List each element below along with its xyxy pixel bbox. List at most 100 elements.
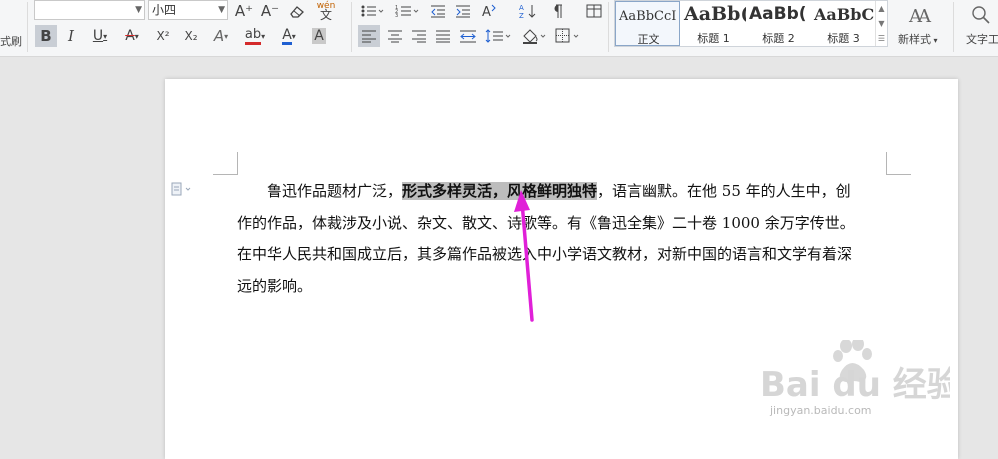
- svg-text:Z: Z: [519, 12, 524, 19]
- highlight-button[interactable]: ab ▾: [239, 25, 271, 47]
- new-style-icon-button[interactable]: AA: [900, 2, 940, 28]
- clear-format-button[interactable]: [285, 1, 309, 21]
- char-shading-icon: A: [312, 28, 326, 44]
- margin-corner-top-right: [886, 152, 911, 175]
- ribbon-separator: [351, 2, 352, 52]
- paragraph-line: 在中华人民共和国成立后，其多篇作品被选入中小学语文教材，对新中国的语言和文学有着…: [237, 239, 885, 271]
- style-heading-2[interactable]: AaBb( 标题 2: [746, 1, 811, 46]
- svg-text:A: A: [519, 4, 524, 12]
- align-left-button[interactable]: [358, 25, 380, 47]
- svg-text:Bai du 经验: Bai du 经验: [760, 365, 950, 402]
- strikethrough-button[interactable]: A ▾: [117, 25, 147, 47]
- style-normal[interactable]: AaBbCcI 正文: [615, 1, 680, 46]
- subscript-icon: X₂: [184, 29, 198, 43]
- text-run: 远的影响。: [237, 276, 313, 295]
- paint-bucket-icon: [523, 29, 546, 44]
- font-name-select[interactable]: ▼: [34, 0, 145, 20]
- svg-text:A: A: [917, 6, 932, 26]
- char-shading-button[interactable]: A: [307, 25, 331, 47]
- chevron-up-icon[interactable]: ▲: [876, 1, 887, 16]
- align-center-icon: [388, 30, 402, 43]
- style-preview: AaBb(: [749, 4, 807, 24]
- style-name: 正文: [637, 33, 660, 46]
- justify-button[interactable]: [432, 25, 454, 47]
- sort-button[interactable]: AZ: [517, 1, 539, 21]
- underline-button[interactable]: U ▾: [86, 25, 114, 47]
- italic-button[interactable]: I: [60, 25, 82, 47]
- paragraph-mark-icon: [554, 4, 562, 18]
- new-style-icon: AA: [908, 6, 932, 26]
- text-tool-icon-button[interactable]: [968, 2, 994, 28]
- style-name: 标题 3: [827, 32, 860, 45]
- align-center-button[interactable]: [384, 25, 406, 47]
- border-grid-icon: [555, 28, 579, 43]
- svg-text:A: A: [482, 5, 491, 19]
- paragraph-line: 远的影响。: [237, 271, 885, 303]
- text-tool-label[interactable]: 文字工: [966, 31, 998, 47]
- font-size-value: 小四: [152, 3, 177, 17]
- shrink-font-button[interactable]: A⁻: [259, 1, 281, 21]
- italic-icon: I: [68, 27, 74, 45]
- text-direction-icon: A: [482, 4, 496, 19]
- baidu-paw-logo-icon: Bai du 经验: [760, 337, 961, 405]
- align-right-button[interactable]: [408, 25, 430, 47]
- underline-icon: U: [92, 28, 104, 44]
- table-insert-button[interactable]: [583, 1, 605, 21]
- numbered-list-button[interactable]: 123: [392, 1, 422, 21]
- shading-button[interactable]: [519, 25, 549, 47]
- bullet-list-button[interactable]: [357, 1, 387, 21]
- text-run: ，语言幽默。在他 55 年的人生中，创: [597, 182, 851, 200]
- font-color-button[interactable]: A ▾: [274, 25, 304, 47]
- text-run: 鲁迅作品题材广泛，: [267, 182, 403, 200]
- line-spacing-button[interactable]: [483, 25, 513, 47]
- text-run: 在中华人民共和国成立后，其多篇作品被选入中小学语文教材，对新中国的语言和文学有着…: [237, 245, 853, 263]
- bullet-list-icon: [361, 5, 384, 17]
- paragraph-line: 鲁迅作品题材广泛，形式多样灵活，风格鲜明独特，语言幽默。在他 55 年的人生中，…: [237, 176, 885, 208]
- show-marks-button[interactable]: [546, 1, 568, 21]
- shrink-font-icon: A⁻: [260, 2, 280, 20]
- line-spacing-icon: [485, 29, 511, 43]
- borders-button[interactable]: [553, 25, 583, 47]
- style-preview: AaBbCcI: [619, 9, 677, 24]
- pinyin-guide-button[interactable]: wén 文: [313, 0, 339, 22]
- font-size-select[interactable]: 小四 ▼: [148, 0, 228, 20]
- outdent-icon: [431, 5, 445, 18]
- new-style-label[interactable]: 新样式 ▾: [898, 31, 938, 47]
- strikethrough-icon: A: [125, 28, 135, 44]
- search-icon: [972, 6, 990, 24]
- sort-icon: AZ: [519, 4, 536, 19]
- subscript-button[interactable]: X₂: [178, 25, 204, 47]
- styles-scroll: ▲ ▼ ☰: [875, 1, 887, 46]
- chevron-down-icon[interactable]: ▼: [876, 16, 887, 31]
- grow-font-button[interactable]: A⁺: [233, 1, 255, 21]
- change-case-button[interactable]: A: [478, 1, 500, 21]
- bold-button[interactable]: B: [35, 25, 57, 47]
- new-style-text: 新样式: [898, 33, 931, 46]
- distribute-icon: [460, 30, 476, 43]
- highlight-icon: ab: [244, 27, 262, 45]
- expand-more-icon[interactable]: ☰: [876, 31, 887, 46]
- text-effect-icon: A: [213, 27, 225, 45]
- styles-gallery: AaBbCcI 正文 AaBb( 标题 1 AaBb( 标题 2 AaBbC 标…: [614, 0, 888, 47]
- superscript-button[interactable]: X²: [150, 25, 176, 47]
- body-paragraph[interactable]: 鲁迅作品题材广泛，形式多样灵活，风格鲜明独特，语言幽默。在他 55 年的人生中，…: [237, 176, 885, 302]
- superscript-icon: X²: [156, 29, 170, 43]
- ribbon-toolbar: 式刷 ▼ 小四 ▼ A⁺ A⁻ wén 文 B I U ▾ A ▾ X² X₂ A ▾: [0, 0, 998, 57]
- selected-text[interactable]: 形式多样灵活，风格鲜明独特: [402, 182, 598, 200]
- ribbon-separator: [953, 2, 954, 52]
- decrease-indent-button[interactable]: [427, 1, 449, 21]
- indent-icon: [456, 5, 470, 18]
- style-heading-1[interactable]: AaBb( 标题 1: [681, 1, 746, 46]
- text-effect-button[interactable]: A ▾: [206, 25, 236, 47]
- format-painter-label[interactable]: 式刷: [0, 33, 22, 49]
- chevron-down-icon: ▼: [135, 5, 142, 15]
- style-heading-3[interactable]: AaBbC 标题 3: [811, 1, 876, 46]
- text-run: 作的作品，体裁涉及小说、杂文、散文、诗歌等。有《鲁迅全集》二十卷 1000 余万…: [237, 213, 855, 232]
- font-color-icon: A: [282, 26, 292, 45]
- align-justify-icon: [436, 30, 450, 43]
- distributed-button[interactable]: [456, 25, 480, 47]
- increase-indent-button[interactable]: [452, 1, 474, 21]
- align-left-icon: [362, 30, 376, 43]
- watermark-url: jingyan.baidu.com: [770, 404, 872, 417]
- paragraph-handle-icon[interactable]: [171, 182, 193, 196]
